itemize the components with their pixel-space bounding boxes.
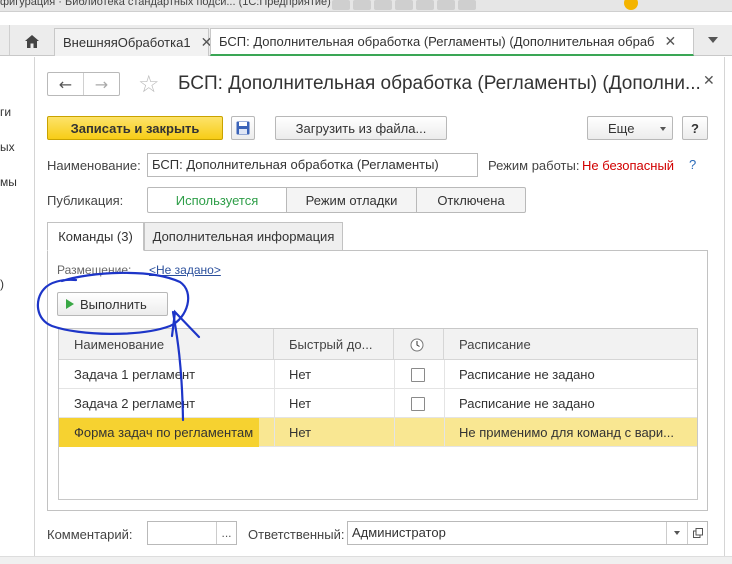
publication-option-used[interactable]: Используется xyxy=(147,187,287,213)
sidebar-item[interactable]: ги xyxy=(0,105,11,119)
table-row[interactable]: Задача 1 регламент Нет Расписание не зад… xyxy=(59,360,697,389)
checkbox[interactable] xyxy=(411,396,425,411)
chevron-down-icon xyxy=(673,531,680,535)
open-window-icon xyxy=(692,528,703,538)
tab-label: БСП: Дополнительная обработка (Регламент… xyxy=(219,34,655,49)
tab-commands[interactable]: Команды (3) xyxy=(47,222,144,251)
forward-arrow-icon[interactable]: → xyxy=(83,73,119,95)
cell-schedule: Расписание не задано xyxy=(459,367,595,382)
open-windows-bar: ВнешняяОбработка1 ✕ БСП: Дополнительная … xyxy=(0,25,732,56)
floppy-disk-icon xyxy=(236,121,250,135)
responsible-open-button[interactable] xyxy=(687,522,707,544)
publication-option-debug[interactable]: Режим отладки xyxy=(286,187,417,213)
cell-schedule: Не применимо для команд с вари... xyxy=(459,425,675,440)
comment-select-button[interactable]: ... xyxy=(216,522,236,544)
sidebar-item[interactable]: ) xyxy=(0,277,4,291)
status-strip xyxy=(0,556,732,564)
mode-value[interactable]: Не безопасный xyxy=(582,158,674,173)
toolbar-icon[interactable] xyxy=(395,0,413,10)
toolbar-icon[interactable] xyxy=(332,0,350,10)
save-button[interactable] xyxy=(231,116,255,140)
sidebar: ги ых мы ) xyxy=(0,57,34,564)
tab-external-processing[interactable]: ВнешняяОбработка1 ✕ xyxy=(54,28,212,56)
tab-bar-edge xyxy=(0,25,10,55)
close-icon[interactable]: ✕ xyxy=(703,72,715,89)
toolbar-icon[interactable] xyxy=(353,0,371,10)
mode-help-link[interactable]: ? xyxy=(689,157,696,172)
toolbar-icon[interactable] xyxy=(374,0,392,10)
clock-icon xyxy=(410,338,424,351)
column-header-schedule[interactable]: Расписание xyxy=(444,329,697,360)
placement-link[interactable]: <Не задано> xyxy=(149,263,221,277)
cell-name: Задача 1 регламент xyxy=(74,367,196,382)
tab-bsp-processing[interactable]: БСП: Дополнительная обработка (Регламент… xyxy=(210,28,694,56)
comment-label: Комментарий: xyxy=(47,527,133,542)
chevron-down-icon[interactable] xyxy=(708,37,718,43)
back-arrow-icon[interactable]: ← xyxy=(48,73,83,95)
table-header: Наименование Быстрый до... Расписание xyxy=(59,329,697,360)
run-button[interactable]: Выполнить xyxy=(57,292,168,316)
title-toolbar-icons xyxy=(332,0,476,11)
home-icon[interactable] xyxy=(18,32,46,50)
load-from-file-button[interactable]: Загрузить из файла... xyxy=(275,116,447,140)
run-label: Выполнить xyxy=(80,296,147,312)
page-title: БСП: Дополнительная обработка (Регламент… xyxy=(178,73,701,94)
more-label: Еще xyxy=(608,120,635,136)
cell-schedule: Расписание не задано xyxy=(459,396,595,411)
form-border-right xyxy=(724,57,725,564)
name-label: Наименование: xyxy=(47,158,141,173)
table-row-selected[interactable]: Форма задач по регламентам Нет Не примен… xyxy=(59,418,697,447)
tab-additional-info[interactable]: Дополнительная информация xyxy=(144,222,343,251)
more-menu-button[interactable]: Еще xyxy=(587,116,673,140)
cell-name: Задача 2 регламент xyxy=(74,396,196,411)
column-divider xyxy=(274,360,275,447)
mode-label: Режим работы: xyxy=(488,158,580,173)
window-title-bar: фигурация · Библиотека стандартных подси… xyxy=(0,0,732,12)
form-border-left xyxy=(34,57,35,564)
window-title: фигурация · Библиотека стандартных подси… xyxy=(0,0,331,8)
cell-quick: Нет xyxy=(289,396,312,411)
column-header-name[interactable]: Наименование xyxy=(59,329,274,360)
history-navigation: ← → xyxy=(47,72,120,96)
chevron-down-icon xyxy=(660,127,666,131)
save-and-close-button[interactable]: Записать и закрыть xyxy=(47,116,223,140)
favorite-star-icon[interactable]: ☆ xyxy=(138,70,160,98)
cell-quick: Нет xyxy=(289,367,312,382)
placement-label: Размещение: xyxy=(57,263,132,277)
responsible-dropdown[interactable] xyxy=(666,522,686,544)
help-button[interactable]: ? xyxy=(682,116,708,140)
cell-scheduled xyxy=(394,360,444,389)
toolbar-icon[interactable] xyxy=(437,0,455,10)
cell-scheduled xyxy=(394,418,444,447)
column-divider xyxy=(444,360,445,447)
toolbar-icon[interactable] xyxy=(458,0,476,10)
name-field[interactable]: БСП: Дополнительная обработка (Регламент… xyxy=(147,153,478,177)
info-icon[interactable] xyxy=(624,0,638,10)
cell-name: Форма задач по регламентам xyxy=(59,418,259,447)
cell-quick: Нет xyxy=(289,425,312,440)
cell-scheduled xyxy=(394,389,444,418)
commands-table: Наименование Быстрый до... Расписание За… xyxy=(58,328,698,500)
play-icon xyxy=(66,299,74,309)
tab-label: ВнешняяОбработка1 xyxy=(63,35,191,50)
sidebar-item[interactable]: ых xyxy=(0,140,15,154)
responsible-field[interactable]: Администратор xyxy=(347,521,708,545)
column-header-scheduled[interactable] xyxy=(394,329,444,360)
checkbox[interactable] xyxy=(411,367,425,382)
table-row[interactable]: Задача 2 регламент Нет Расписание не зад… xyxy=(59,389,697,418)
toolbar-icon[interactable] xyxy=(416,0,434,10)
close-icon[interactable]: ✕ xyxy=(665,33,677,50)
column-header-quick[interactable]: Быстрый до... xyxy=(274,329,394,360)
publication-option-disabled[interactable]: Отключена xyxy=(416,187,526,213)
publication-label: Публикация: xyxy=(47,193,124,208)
column-divider xyxy=(394,360,395,447)
responsible-label: Ответственный: xyxy=(248,527,345,542)
sidebar-item[interactable]: мы xyxy=(0,175,17,189)
